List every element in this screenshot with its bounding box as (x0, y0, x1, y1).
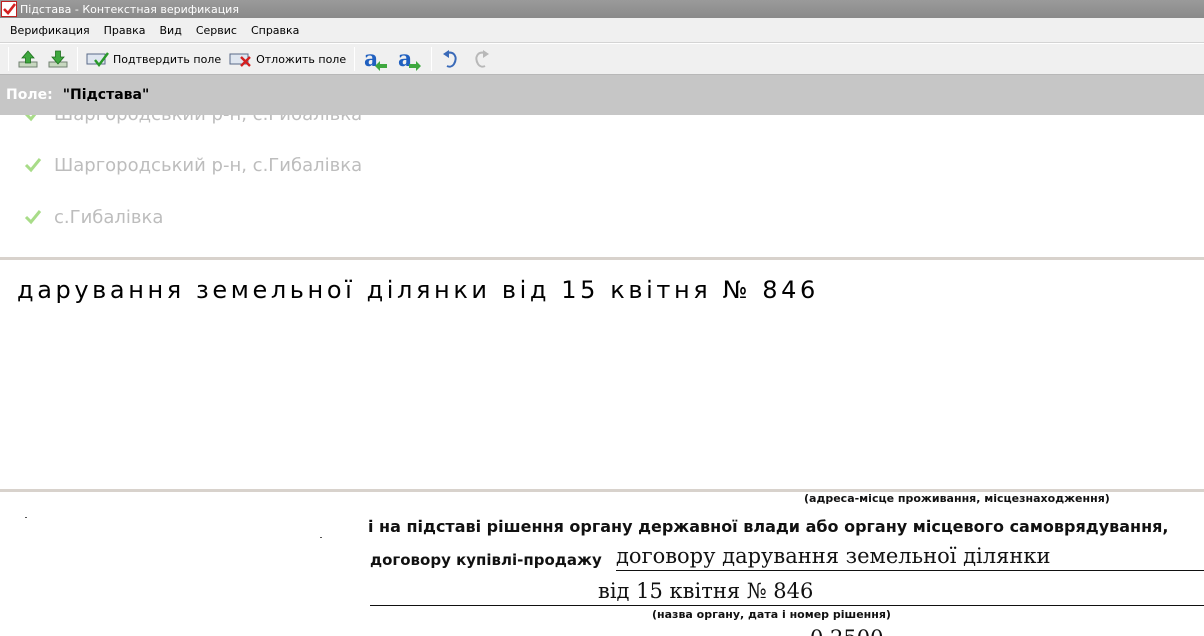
scan-contract-label: договору купівлі-продажу (370, 551, 602, 569)
check-icon (24, 158, 42, 173)
postpone-field-label: Отложить поле (256, 52, 347, 66)
menu-service[interactable]: Сервис (189, 24, 244, 37)
scan-caption-address: (адреса-місце проживання, місцезнаходжен… (804, 492, 1110, 505)
scanned-document-image: (адреса-місце проживання, місцезнаходжен… (0, 492, 1204, 636)
menu-verification[interactable]: Верификация (3, 24, 97, 37)
toolbar-separator (8, 47, 9, 71)
suggestion-text: Шаргородський р-н, с.Гибалівка (54, 115, 362, 125)
menu-view[interactable]: Вид (153, 24, 189, 37)
scan-underline (370, 605, 1204, 606)
scan-speck (320, 537, 322, 538)
undo-icon (440, 48, 462, 70)
suggestion-item[interactable]: с.Гибалівка (24, 205, 163, 229)
field-editor[interactable]: дарування земельної ділянки від 15 квітн… (0, 260, 1204, 489)
title-bar: Підстава - Контекстная верификация (0, 0, 1204, 18)
confirm-field-icon (86, 49, 110, 69)
redo-icon (470, 48, 492, 70)
next-field-button[interactable] (43, 46, 73, 72)
toolbar-separator (354, 47, 356, 71)
scan-printed-line: і на підставі рішення органу державної в… (368, 517, 1169, 536)
postpone-field-button[interactable]: Отложить поле (225, 46, 350, 72)
scan-underline (616, 570, 1204, 571)
svg-text:a: a (364, 47, 378, 71)
menu-help[interactable]: Справка (244, 24, 306, 37)
window-title: Підстава - Контекстная верификация (20, 2, 239, 16)
field-header: Поле: "Підстава" (0, 75, 1204, 115)
toolbar: Подтвердить поле Отложить поле a a (0, 44, 1204, 75)
next-char-button[interactable]: a (393, 46, 427, 72)
suggestion-list: Шаргородський р-н, с.Гибалівка Шаргородс… (0, 115, 1204, 257)
menu-bar: Верификация Правка Вид Сервис Справка (0, 18, 1204, 43)
confirm-field-button[interactable]: Подтвердить поле (82, 46, 225, 72)
menu-edit[interactable]: Правка (97, 24, 153, 37)
postpone-field-icon (229, 49, 253, 69)
suggestion-text: с.Гибалівка (54, 206, 164, 228)
letter-a-next-icon: a (397, 47, 423, 71)
check-icon (24, 115, 37, 122)
suggestion-text: Шаргородський р-н, с.Гибалівка (54, 154, 363, 176)
suggestion-item[interactable]: Шаргородський р-н, с.Гибалівка (24, 153, 362, 177)
field-name: "Підстава" (62, 87, 150, 103)
confirm-field-label: Подтвердить поле (113, 52, 222, 66)
field-value-text[interactable]: дарування земельної ділянки від 15 квітн… (17, 276, 819, 304)
field-label: Поле: (6, 87, 53, 103)
scan-handwritten-contract: договору дарування земельної ділянки (616, 544, 1051, 568)
arrow-up-icon (17, 49, 39, 69)
toolbar-separator (431, 47, 433, 71)
undo-button[interactable] (436, 46, 466, 72)
previous-char-button[interactable]: a (359, 46, 393, 72)
scan-speck (25, 517, 27, 518)
check-icon (24, 210, 42, 225)
letter-a-prev-icon: a (363, 47, 389, 71)
scan-handwritten-date: від 15 квітня № 846 (598, 579, 814, 603)
arrow-down-icon (47, 49, 69, 69)
toolbar-separator (77, 47, 78, 71)
scan-caption-decision: (назва органу, дата і номер рішення) (652, 608, 891, 621)
suggestion-item[interactable]: Шаргородський р-н, с.Гибалівка (24, 115, 362, 126)
check-app-icon (1, 1, 17, 17)
previous-field-button[interactable] (13, 46, 43, 72)
redo-button[interactable] (466, 46, 496, 72)
scan-handwritten-area: 0,2500 (810, 626, 883, 636)
